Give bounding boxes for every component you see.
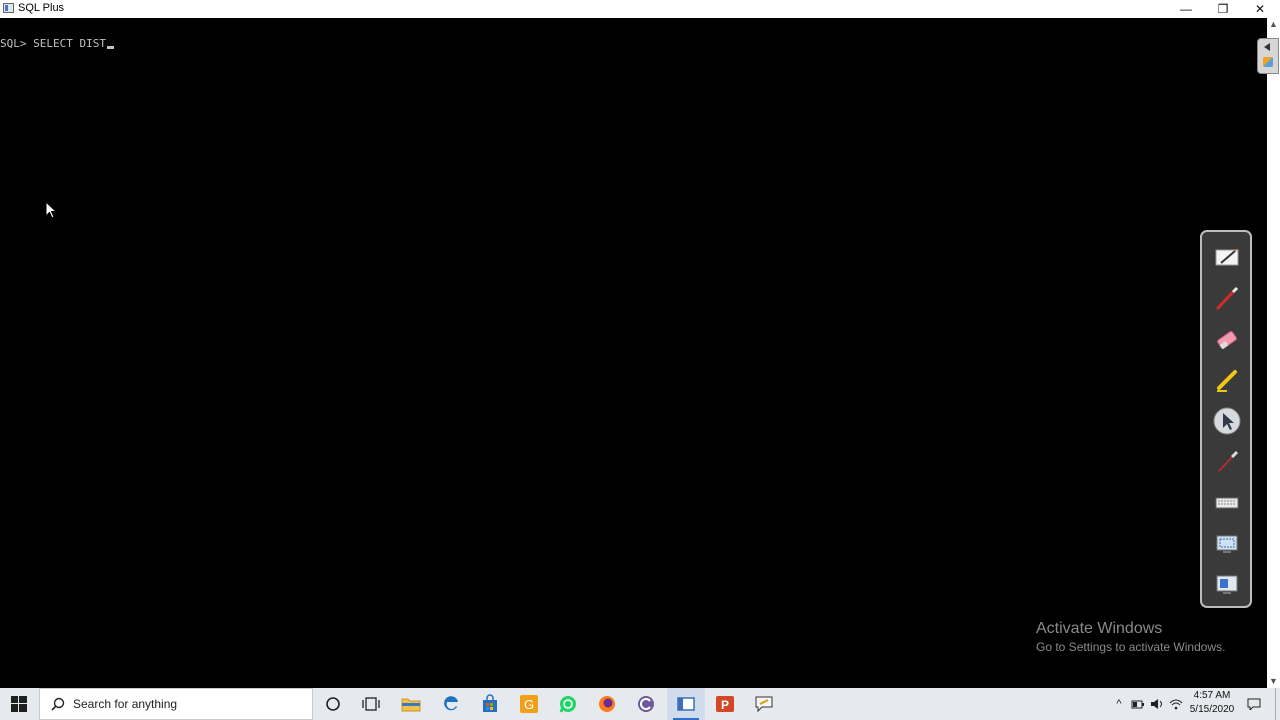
orange-app-icon[interactable]: G <box>510 688 548 720</box>
scroll-up-arrow[interactable]: ▲ <box>1267 18 1280 31</box>
chat-app-icon[interactable] <box>745 688 783 720</box>
minimize-button[interactable]: — <box>1168 0 1204 18</box>
watermark-title: Activate Windows <box>1036 620 1163 637</box>
pointer-icon[interactable] <box>1211 405 1243 437</box>
collapse-arrow-icon <box>1264 43 1270 51</box>
chevron-up-icon: ^ <box>1116 698 1122 710</box>
system-clock[interactable]: 4:57 AM 5/15/2020 <box>1184 689 1240 717</box>
clock-time: 4:57 AM <box>1193 690 1231 701</box>
command-line[interactable]: SQL> SELECT DIST <box>0 37 114 50</box>
window-title: SQL Plus <box>18 2 65 14</box>
cortana-icon[interactable] <box>314 688 352 720</box>
power-icon[interactable] <box>1130 688 1146 720</box>
title-bar: SQL Plus — ❐ ✕ <box>0 0 1280 18</box>
volume-icon[interactable] <box>1149 688 1165 720</box>
sqlplus-taskbar-icon[interactable] <box>667 688 705 720</box>
watermark-subtitle: Go to Settings to activate Windows. <box>1036 640 1226 654</box>
browser-icon[interactable] <box>627 688 665 720</box>
restore-button[interactable]: ❐ <box>1205 0 1241 18</box>
notebook-icon[interactable] <box>1211 241 1243 273</box>
store-icon[interactable] <box>471 688 509 720</box>
show-desktop-button[interactable] <box>1275 688 1280 720</box>
wifi-icon[interactable] <box>1168 688 1184 720</box>
mouse-cursor-icon <box>45 200 58 224</box>
typed-command: SELECT DIST <box>33 37 106 50</box>
vertical-scrollbar[interactable]: ▲ ▼ <box>1267 18 1280 688</box>
file-explorer-icon[interactable] <box>392 688 430 720</box>
search-icon <box>51 697 65 711</box>
sql-prompt: SQL> <box>0 37 27 50</box>
pen-toolbar <box>1200 230 1252 608</box>
clock-date: 5/15/2020 <box>1189 704 1235 715</box>
whatsapp-icon[interactable] <box>549 688 587 720</box>
firefox-icon[interactable] <box>588 688 626 720</box>
screen-mode-icon[interactable] <box>1211 569 1243 601</box>
start-button[interactable] <box>0 688 38 720</box>
console-area[interactable]: SQL> SELECT DIST <box>0 18 1267 688</box>
svg-text:P: P <box>721 698 729 712</box>
red-pen-icon[interactable] <box>1211 282 1243 314</box>
sqlplus-app-icon <box>3 3 14 13</box>
scroll-down-arrow[interactable]: ▼ <box>1267 675 1280 688</box>
notification-icon[interactable] <box>1246 688 1262 720</box>
text-cursor <box>106 46 114 49</box>
activation-watermark: Activate Windows Go to Settings to activ… <box>1036 620 1225 654</box>
pen-toolbar-toggle[interactable] <box>1257 38 1279 74</box>
edge-icon[interactable] <box>432 688 470 720</box>
show-hidden-icons-button[interactable]: ^ <box>1111 688 1127 720</box>
powerpoint-icon[interactable]: P <box>706 688 744 720</box>
toolbar-logo-icon <box>1263 57 1273 67</box>
svg-text:G: G <box>524 697 534 712</box>
task-view-icon[interactable] <box>352 688 390 720</box>
keyboard-icon[interactable] <box>1211 487 1243 519</box>
windows-logo-icon <box>11 696 27 712</box>
taskbar-search-box[interactable]: Search for anything <box>39 688 313 720</box>
highlighter-icon[interactable] <box>1211 364 1243 396</box>
search-placeholder: Search for anything <box>73 697 178 711</box>
close-button[interactable]: ✕ <box>1242 0 1278 18</box>
brush-icon[interactable] <box>1211 446 1243 478</box>
eraser-icon[interactable] <box>1211 323 1243 355</box>
screen-capture-icon[interactable] <box>1211 528 1243 560</box>
taskbar: Search for anything G P ^ 4:57 AM 5/15/2… <box>0 688 1280 720</box>
